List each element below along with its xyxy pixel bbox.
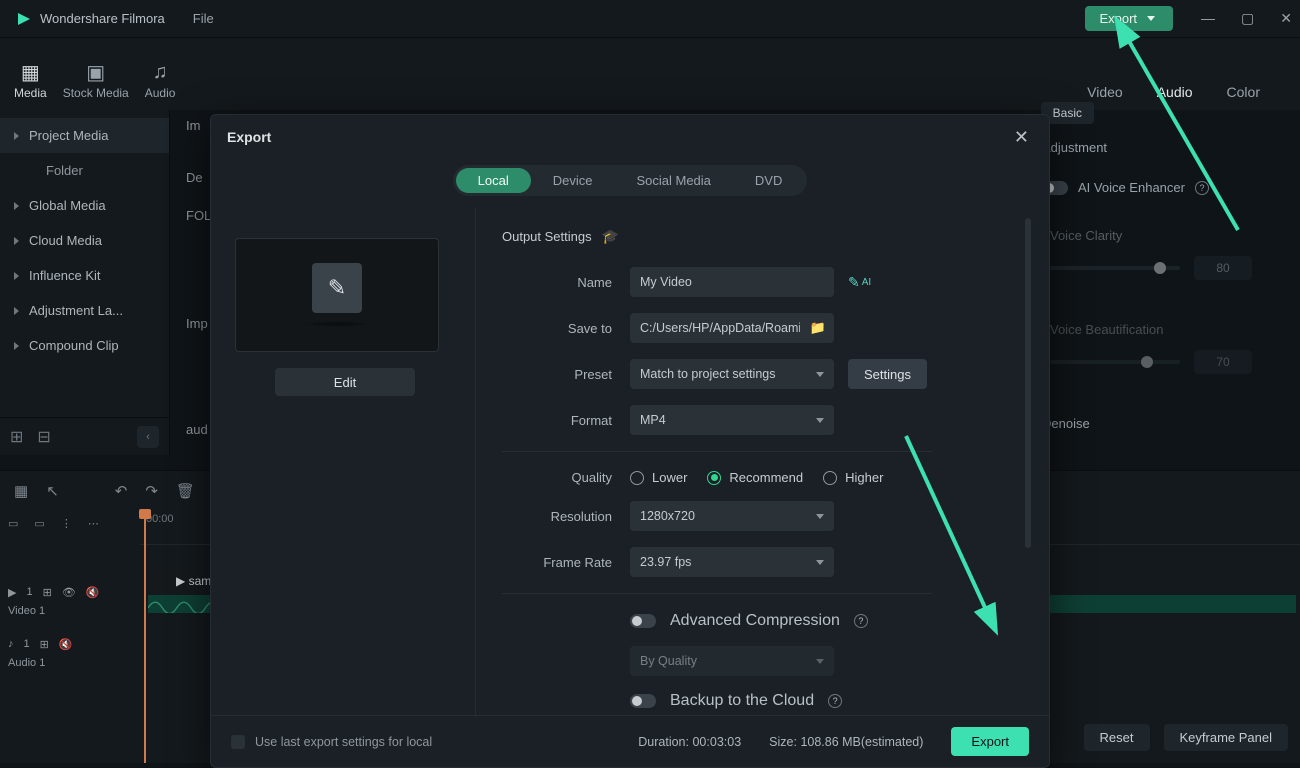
ai-name-icon[interactable]: ✎AI [848,274,871,291]
duration-label: Duration: [638,735,689,749]
resolution-label: Resolution [502,509,630,524]
compression-mode-select[interactable]: By Quality [630,646,834,676]
tab-media[interactable]: ▦ Media [14,62,47,100]
inspector-tab-color[interactable]: Color [1227,84,1260,100]
save-to-input[interactable]: C:/Users/HP/AppData/Roamin 📁 [630,313,834,343]
tab-audio[interactable]: ♫ Audio [145,62,176,100]
tab-device[interactable]: Device [531,168,615,193]
duration-value: 00:03:03 [692,735,741,749]
chevron-down-icon [816,372,824,377]
save-to-label: Save to [502,321,630,336]
size-label: Size: [769,735,797,749]
use-last-settings-checkbox[interactable] [231,735,245,749]
name-label: Name [502,275,630,290]
menu-file[interactable]: File [193,11,214,26]
window-close-icon[interactable]: ✕ [1280,10,1292,27]
divider [502,593,932,594]
resolution-select[interactable]: 1280x720 [630,501,834,531]
format-select[interactable]: MP4 [630,405,834,435]
app-logo-icon [16,11,32,27]
tab-media-label: Media [14,86,47,100]
chevron-down-icon [816,418,824,423]
stock-media-icon: ▣ [83,62,109,82]
preset-settings-button[interactable]: Settings [848,359,927,389]
dialog-title: Export [227,129,271,145]
tab-audio-label: Audio [145,86,176,100]
thumbnail-preview: ✎ [235,238,439,352]
help-icon[interactable]: ? [828,694,842,708]
chevron-down-icon [816,560,824,565]
app-name: Wondershare Filmora [40,11,165,26]
chevron-down-icon [1147,16,1155,21]
advanced-compression-label: Advanced Compression [670,612,840,630]
quality-label: Quality [502,470,630,485]
close-icon[interactable]: ✕ [1010,123,1033,152]
audio-icon: ♫ [147,62,173,82]
media-icon: ▦ [17,62,43,82]
chevron-down-icon [816,514,824,519]
backup-cloud-label: Backup to the Cloud [670,692,814,710]
use-last-settings-label: Use last export settings for local [255,735,432,749]
tab-stock-label: Stock Media [63,86,129,100]
quality-lower-radio[interactable]: Lower [630,470,687,485]
dialog-footer: Use last export settings for local Durat… [211,715,1049,767]
divider [502,451,932,452]
scrollbar[interactable] [1025,218,1031,548]
export-top-button[interactable]: Export [1085,6,1173,31]
format-label: Format [502,413,630,428]
edit-thumbnail-icon[interactable]: ✎ [312,263,362,313]
output-settings-heading: Output Settings [502,229,592,244]
edit-button[interactable]: Edit [275,368,415,396]
chevron-down-icon [816,659,824,664]
export-button[interactable]: Export [951,727,1029,756]
quality-higher-radio[interactable]: Higher [823,470,883,485]
inspector-tab-audio[interactable]: Audio [1157,84,1193,100]
tab-stock-media[interactable]: ▣ Stock Media [63,62,129,100]
export-destination-tabs: Local Device Social Media DVD [453,165,808,196]
framerate-label: Frame Rate [502,555,630,570]
title-bar: Wondershare Filmora File Export — ▢ ✕ [0,0,1300,38]
advanced-compression-toggle[interactable] [630,614,656,628]
quality-recommend-radio[interactable]: Recommend [707,470,803,485]
tab-dvd[interactable]: DVD [733,168,804,193]
framerate-select[interactable]: 23.97 fps [630,547,834,577]
folder-icon[interactable]: 📁 [810,320,826,336]
preset-label: Preset [502,367,630,382]
help-icon[interactable]: ? [854,614,868,628]
backup-cloud-toggle[interactable] [630,694,656,708]
modal-scrim: Export ✕ Local Device Social Media DVD ✎… [0,110,1300,763]
workspace-tab-row: ▦ Media ▣ Stock Media ♫ Audio Video Audi… [0,38,1300,110]
window-minimize-icon[interactable]: — [1201,10,1215,27]
export-top-label: Export [1099,11,1137,26]
tab-social-media[interactable]: Social Media [614,168,732,193]
menu-bar: File [193,11,214,26]
graduation-cap-icon[interactable]: 🎓 [602,228,619,245]
tab-local[interactable]: Local [456,168,531,193]
name-input[interactable]: My Video [630,267,834,297]
preset-select[interactable]: Match to project settings [630,359,834,389]
quality-radio-group: Lower Recommend Higher [630,470,883,485]
size-value: 108.86 MB(estimated) [800,735,923,749]
export-dialog: Export ✕ Local Device Social Media DVD ✎… [210,114,1050,768]
window-maximize-icon[interactable]: ▢ [1241,10,1254,27]
inspector-tab-video[interactable]: Video [1087,84,1123,100]
